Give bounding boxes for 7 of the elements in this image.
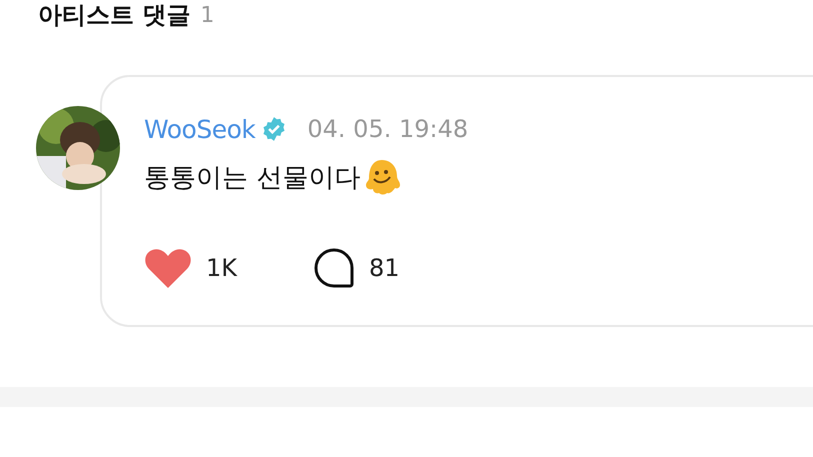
- like-button[interactable]: 1K: [144, 247, 238, 289]
- comment-text: 통통이는 선물이다: [144, 162, 360, 194]
- reply-button[interactable]: 81: [313, 247, 400, 289]
- section-title: 아티스트 댓글: [38, 0, 190, 31]
- comment-time: 04. 05. 19:48: [307, 115, 468, 143]
- comment-count: 1: [200, 2, 214, 28]
- speech-bubble-icon: [313, 247, 356, 289]
